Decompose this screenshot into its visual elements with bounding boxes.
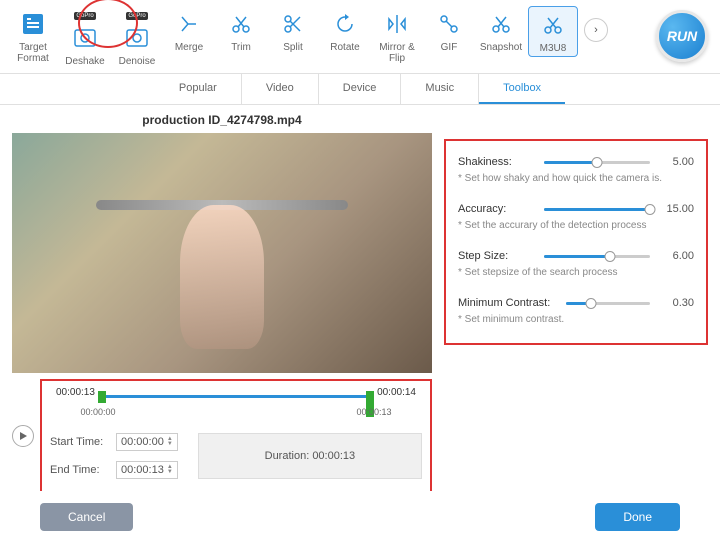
run-button[interactable]: RUN	[656, 10, 708, 62]
tool-merge[interactable]: Merge	[164, 6, 214, 55]
timeline-sub-end: 00:00:13	[356, 407, 391, 417]
shakiness-label: Shakiness:	[458, 156, 536, 168]
tool-snapshot[interactable]: Snapshot	[476, 6, 526, 55]
stepsize-value: 6.00	[658, 250, 694, 262]
contrast-label: Minimum Contrast:	[458, 297, 558, 309]
accuracy-hint: * Set the accurary of the detection proc…	[458, 220, 694, 231]
timeline[interactable]: 00:00:13 00:00:14	[50, 387, 422, 405]
cancel-button[interactable]: Cancel	[40, 503, 133, 531]
timeline-handle-start[interactable]	[98, 391, 106, 403]
timeline-track	[98, 395, 374, 398]
play-icon	[18, 431, 28, 441]
shakiness-slider[interactable]	[544, 155, 650, 169]
trim-icon	[225, 8, 257, 40]
contrast-slider[interactable]	[566, 296, 650, 310]
stepsize-label: Step Size:	[458, 250, 536, 262]
duration-display: Duration: 00:00:13	[198, 433, 422, 479]
merge-icon	[173, 8, 205, 40]
tab-music[interactable]: Music	[401, 74, 479, 104]
tool-gif[interactable]: GIF	[424, 6, 474, 55]
tab-popular[interactable]: Popular	[155, 74, 242, 104]
gopro-badge: GoPro	[74, 12, 95, 20]
gif-icon	[433, 8, 465, 40]
rotate-icon	[329, 8, 361, 40]
spinner-icon[interactable]: ▲▼	[167, 465, 173, 475]
mirror-icon	[381, 8, 413, 40]
tabs: Popular Video Device Music Toolbox	[0, 74, 720, 105]
toolbar: Target Format GoPro Deshake GoPro Denois…	[0, 0, 720, 69]
toolbar-more-button[interactable]: ›	[584, 18, 608, 42]
deshake-settings: Shakiness: 5.00 * Set how shaky and how …	[444, 139, 708, 345]
target-icon	[17, 8, 49, 40]
contrast-value: 0.30	[658, 297, 694, 309]
tab-toolbox[interactable]: Toolbox	[479, 74, 565, 104]
chevron-right-icon: ›	[594, 24, 598, 36]
denoise-icon	[121, 22, 153, 54]
stepsize-slider[interactable]	[544, 249, 650, 263]
shakiness-hint: * Set how shaky and how quick the camera…	[458, 173, 694, 184]
video-title: production ID_4274798.mp4	[12, 113, 432, 127]
accuracy-value: 15.00	[658, 203, 694, 215]
start-time-label: Start Time:	[50, 436, 110, 448]
shakiness-value: 5.00	[658, 156, 694, 168]
snapshot-icon	[485, 8, 517, 40]
stepsize-hint: * Set stepsize of the search process	[458, 267, 694, 278]
footer: Cancel Done	[0, 491, 720, 543]
done-button[interactable]: Done	[595, 503, 680, 531]
accuracy-slider[interactable]	[544, 202, 650, 216]
m3u8-icon	[537, 9, 569, 41]
tool-trim[interactable]: Trim	[216, 6, 266, 55]
tool-target-format[interactable]: Target Format	[8, 6, 58, 66]
spinner-icon[interactable]: ▲▼	[167, 437, 173, 447]
end-time-input[interactable]: 00:00:13▲▼	[116, 461, 178, 479]
timeline-out-time: 00:00:14	[377, 387, 416, 398]
tool-mirror-flip[interactable]: Mirror & Flip	[372, 6, 422, 66]
timeline-sub-start: 00:00:00	[80, 407, 115, 417]
tool-split[interactable]: Split	[268, 6, 318, 55]
deshake-icon	[69, 22, 101, 54]
tab-device[interactable]: Device	[319, 74, 402, 104]
tab-video[interactable]: Video	[242, 74, 319, 104]
tool-m3u8[interactable]: M3U8	[528, 6, 578, 57]
tool-denoise[interactable]: GoPro Denoise	[112, 6, 162, 69]
start-time-input[interactable]: 00:00:00▲▼	[116, 433, 178, 451]
split-icon	[277, 8, 309, 40]
tool-deshake[interactable]: GoPro Deshake	[60, 6, 110, 69]
gopro-badge: GoPro	[126, 12, 147, 20]
play-button[interactable]	[12, 425, 34, 447]
accuracy-label: Accuracy:	[458, 203, 536, 215]
end-time-label: End Time:	[50, 464, 110, 476]
timeline-in-time: 00:00:13	[56, 387, 95, 398]
tool-rotate[interactable]: Rotate	[320, 6, 370, 55]
contrast-hint: * Set minimum contrast.	[458, 314, 694, 325]
timeline-panel: 00:00:13 00:00:14 00:00:00 00:00:13 Star…	[40, 379, 432, 493]
video-preview[interactable]	[12, 133, 432, 373]
